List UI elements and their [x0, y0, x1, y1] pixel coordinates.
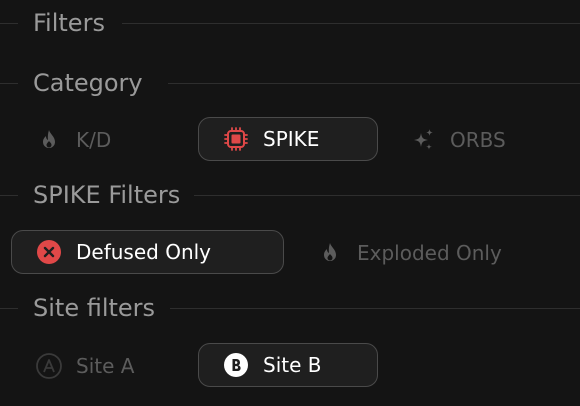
divider	[0, 308, 18, 309]
divider	[194, 195, 580, 196]
site-filter-site-b[interactable]: Site B	[198, 343, 378, 387]
flame-icon	[317, 240, 343, 266]
category-option-label: ORBS	[450, 128, 506, 152]
category-option-label: K/D	[76, 128, 112, 152]
site-filter-label: Site B	[263, 353, 322, 377]
filters-title: Filters	[33, 9, 105, 37]
category-option-orbs[interactable]: ORBS	[410, 118, 560, 162]
divider	[168, 83, 580, 84]
filters-panel: Filters Category K/D SPIKE ORBS SPIKE Fi…	[0, 0, 580, 406]
category-option-kd[interactable]: K/D	[36, 118, 176, 162]
divider	[122, 23, 580, 24]
spike-filter-label: Exploded Only	[357, 241, 502, 265]
spike-filters-title: SPIKE Filters	[33, 181, 181, 209]
spike-filters-header: SPIKE Filters	[0, 180, 580, 210]
category-option-spike[interactable]: SPIKE	[198, 117, 378, 161]
spike-filter-defused-only[interactable]: Defused Only	[11, 230, 284, 274]
chip-icon	[223, 126, 249, 152]
filters-header: Filters	[0, 8, 580, 38]
sparkles-icon	[410, 127, 436, 153]
site-b-icon	[223, 352, 249, 378]
site-a-icon	[36, 353, 62, 379]
flame-icon	[36, 127, 62, 153]
site-filter-site-a[interactable]: Site A	[36, 344, 186, 388]
site-filters-title: Site filters	[33, 294, 156, 322]
divider	[0, 195, 18, 196]
category-option-label: SPIKE	[263, 127, 320, 151]
divider	[0, 23, 18, 24]
spike-filter-label: Defused Only	[76, 240, 212, 264]
site-filter-label: Site A	[76, 354, 135, 378]
site-filters-header: Site filters	[0, 293, 580, 323]
category-title: Category	[33, 69, 143, 97]
divider	[0, 83, 18, 84]
spike-filter-exploded-only[interactable]: Exploded Only	[317, 231, 557, 275]
close-circle-icon	[36, 239, 62, 265]
category-header: Category	[0, 68, 580, 98]
divider	[170, 308, 580, 309]
